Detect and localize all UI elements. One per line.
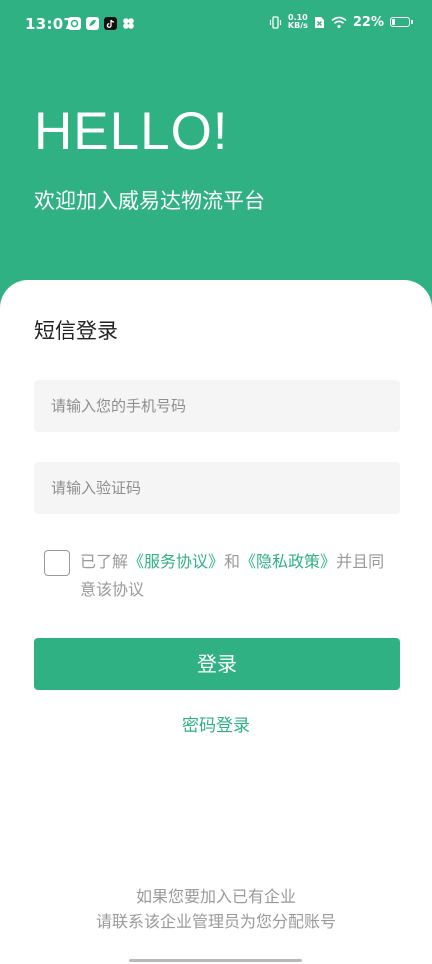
battery-percent: 22% — [352, 14, 384, 30]
password-login-label[interactable]: 密码登录 — [182, 716, 250, 736]
page-title: 短信登录 — [34, 319, 118, 343]
phone-field[interactable] — [34, 380, 400, 432]
sim-icon — [314, 16, 324, 28]
phone-input[interactable] — [34, 380, 400, 432]
battery-icon — [390, 17, 413, 27]
status-right-icons: 0.10 KB/s 22% — [269, 14, 413, 30]
hello-heading: HELLO! — [34, 102, 229, 161]
welcome-text: 欢迎加入威易达物流平台 — [34, 189, 265, 213]
password-login-link: 密码登录 — [0, 714, 432, 738]
service-agreement-link[interactable]: 《服务协议》 — [128, 552, 224, 571]
net-speed: 0.10 KB/s — [288, 14, 308, 30]
tiktok-icon — [104, 17, 117, 30]
status-bar: 13:07 0.10 KB/s 22% — [0, 0, 432, 50]
footer-line-1: 如果您要加入已有企业 — [135, 887, 296, 906]
agree-and: 和 — [224, 552, 241, 571]
login-button[interactable]: 登录 — [34, 638, 400, 690]
wifi-icon — [331, 16, 347, 28]
clover-icon — [123, 18, 134, 29]
home-indicator[interactable] — [129, 959, 302, 962]
agree-prefix: 已了解 — [80, 552, 129, 571]
leaf-app-icon — [86, 17, 99, 30]
header-banner: 13:07 0.10 KB/s 22% HELLO! 欢迎加入威易达物流平台 — [0, 0, 432, 320]
privacy-policy-link[interactable]: 《隐私政策》 — [240, 552, 336, 571]
footer-line-2: 请联系该企业管理员为您分配账号 — [95, 912, 336, 931]
agreement-row: 已了解《服务协议》和《隐私政策》并且同意该协议 — [44, 548, 394, 604]
vibrate-icon — [269, 15, 281, 29]
login-card: 短信登录 已了解《服务协议》和《隐私政策》并且同意该协议 登录 密码登录 如果您… — [0, 280, 432, 964]
verification-code-input[interactable] — [34, 462, 400, 514]
agreement-text: 已了解《服务协议》和《隐私政策》并且同意该协议 — [44, 548, 394, 604]
status-time: 13:07 — [25, 15, 75, 33]
net-speed-unit: KB/s — [287, 21, 308, 30]
app-icon — [68, 17, 81, 30]
agree-checkbox[interactable] — [44, 550, 70, 576]
status-left-icons — [68, 17, 135, 30]
code-field[interactable] — [34, 462, 400, 514]
battery-fill — [392, 19, 396, 25]
footer-note: 如果您要加入已有企业 请联系该企业管理员为您分配账号 — [0, 884, 432, 934]
